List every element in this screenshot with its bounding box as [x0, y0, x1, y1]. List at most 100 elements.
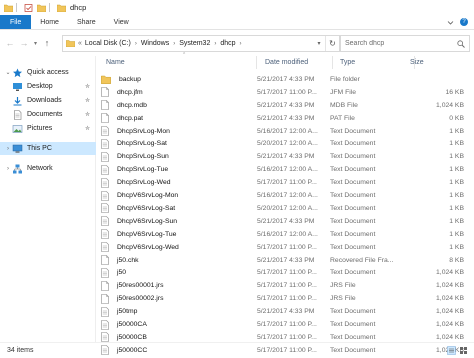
chevron-right-icon[interactable]: › — [4, 146, 12, 152]
expand-ribbon-icon[interactable] — [447, 19, 454, 26]
file-name-cell[interactable]: DhcpV6SrvLog-Sun — [101, 216, 257, 227]
date-modified-cell: 5/21/2017 4:33 PM — [257, 256, 315, 264]
sidebar-item-network[interactable]: › Network — [0, 162, 96, 175]
file-name-cell[interactable]: backup — [101, 75, 257, 84]
pin-icon[interactable]: ✮ — [85, 83, 90, 90]
file-name-cell[interactable]: DhcpV6SrvLog-Wed — [101, 242, 257, 252]
column-header-date-modified[interactable]: Date modified — [260, 56, 333, 69]
sidebar-item-pictures[interactable]: Pictures ✮ — [0, 122, 96, 135]
table-row[interactable]: DhcpSrvLog-Sat 5/20/2017 12:00 A... Text D… — [101, 138, 468, 151]
up-button[interactable]: ↑ — [40, 36, 54, 50]
file-name-cell[interactable]: DhcpSrvLog-Tue — [101, 164, 257, 175]
table-row[interactable]: DhcpV6SrvLog-Wed 5/17/2017 11:00 P... Text… — [101, 241, 468, 254]
breadcrumb-item[interactable]: dhcp — [220, 40, 235, 47]
file-name-cell[interactable]: j50res00001.jrs — [101, 281, 257, 291]
file-name-cell[interactable]: dhcp.jfm — [101, 87, 257, 98]
column-header-name[interactable]: Name — [101, 56, 257, 69]
file-name-cell[interactable]: DhcpSrvLog-Sat — [101, 139, 257, 149]
table-row[interactable]: j50tmp 5/21/2017 4:33 PM Text Document 1,02… — [101, 305, 468, 318]
breadcrumb-item[interactable]: Windows — [141, 40, 169, 47]
file-name-cell[interactable]: dhcp.pat — [101, 113, 257, 123]
pin-icon[interactable]: ✮ — [85, 111, 90, 118]
table-row[interactable]: j50000CA 5/17/2017 11:00 P... Text Documen… — [101, 318, 468, 331]
chevron-right-icon[interactable]: › — [173, 41, 175, 47]
file-name-cell[interactable]: j50000CB — [101, 332, 257, 343]
file-name-cell[interactable]: j50 — [101, 268, 257, 278]
file-name-cell[interactable]: j50.chk — [101, 255, 257, 265]
sidebar-item-label: Quick access — [27, 69, 69, 76]
chevron-down-icon[interactable]: ▾ — [313, 36, 325, 51]
chevron-down-icon[interactable]: ⌄ — [4, 69, 12, 76]
column-header-size[interactable]: Size — [405, 56, 469, 69]
table-row[interactable]: dhcp.jfm 5/17/2017 11:00 P... JFM File 16 K… — [101, 86, 468, 99]
sidebar-item-downloads[interactable]: Downloads ✮ — [0, 94, 96, 107]
tab-home[interactable]: Home — [31, 15, 68, 29]
address-bar[interactable]: « Local Disk (C:) › Windows › System32 ›… — [62, 35, 340, 52]
table-row[interactable]: DhcpV6SrvLog-Tue 5/16/2017 12:00 A... Text… — [101, 228, 468, 241]
table-row[interactable]: DhcpSrvLog-Sun 5/21/2017 4:33 PM Text Docu… — [101, 150, 468, 163]
file-name: j50res00002.jrs — [117, 295, 164, 303]
size-cell: 1 KB — [449, 153, 464, 161]
text-file-icon — [101, 216, 113, 227]
file-name-cell[interactable]: DhcpV6SrvLog-Mon — [101, 190, 257, 201]
file-name-cell[interactable]: j50000CA — [101, 319, 257, 330]
table-row[interactable]: j50 5/17/2017 11:00 P... Text Document 1,02… — [101, 267, 468, 280]
sidebar-item-quick-access[interactable]: ⌄ Quick access — [0, 66, 96, 79]
file-name-cell[interactable]: j50tmp — [101, 306, 257, 317]
breadcrumb-item[interactable]: Local Disk (C:) — [85, 40, 131, 47]
tab-share[interactable]: Share — [68, 15, 105, 29]
size-cell: 1,024 KB — [436, 295, 464, 303]
table-row[interactable]: dhcp.mdb 5/21/2017 4:33 PM MDB File 1,024 K… — [101, 99, 468, 112]
back-button[interactable]: ← — [3, 36, 17, 50]
sidebar-item-this-pc[interactable]: › This PC — [0, 142, 96, 155]
size-cell: 1,024 KB — [436, 269, 464, 277]
table-row[interactable]: dhcp.pat 5/21/2017 4:33 PM PAT File 0 KB — [101, 112, 468, 125]
table-row[interactable]: DhcpV6SrvLog-Sat 5/20/2017 12:00 A... Text… — [101, 202, 468, 215]
file-name-cell[interactable]: DhcpV6SrvLog-Tue — [101, 229, 257, 240]
chevron-right-icon[interactable]: › — [214, 41, 216, 47]
table-row[interactable]: backup 5/21/2017 4:33 PM File folder — [101, 73, 468, 86]
file-name-cell[interactable]: DhcpSrvLog-Wed — [101, 177, 257, 188]
file-name-cell[interactable]: j50res00002.jrs — [101, 293, 257, 304]
table-row[interactable]: DhcpSrvLog-Tue 5/16/2017 12:00 A... Text D… — [101, 163, 468, 176]
details-view-icon[interactable] — [447, 346, 456, 355]
new-folder-icon[interactable] — [37, 4, 46, 12]
large-icons-view-icon[interactable] — [459, 346, 468, 355]
file-name-cell[interactable]: DhcpSrvLog-Sun — [101, 152, 257, 162]
pictures-icon — [12, 124, 23, 133]
breadcrumb-overflow[interactable]: « — [78, 40, 82, 47]
date-modified-cell: 5/21/2017 4:33 PM — [257, 114, 315, 122]
sidebar-item-label: Downloads — [27, 97, 62, 104]
search-input[interactable] — [345, 40, 457, 47]
column-header-type[interactable]: Type — [335, 56, 415, 69]
table-row[interactable]: DhcpSrvLog-Wed 5/17/2017 11:00 P... Text D… — [101, 176, 468, 189]
chevron-right-icon[interactable]: › — [4, 166, 12, 172]
file-name-cell[interactable]: DhcpV6SrvLog-Sat — [101, 203, 257, 214]
file-name-cell[interactable]: dhcp.mdb — [101, 100, 257, 111]
sidebar-item-label: Desktop — [27, 83, 53, 90]
breadcrumb-item[interactable]: System32 — [179, 40, 210, 47]
sidebar-item-documents[interactable]: Documents ✮ — [0, 108, 96, 121]
pin-icon[interactable]: ✮ — [85, 125, 90, 132]
search-box[interactable] — [340, 35, 470, 52]
desktop-icon — [13, 82, 22, 91]
pin-icon[interactable]: ✮ — [85, 97, 90, 104]
table-row[interactable]: j50res00001.jrs 5/17/2017 11:00 P... JRS F… — [101, 279, 468, 292]
file-name-cell[interactable]: DhcpSrvLog-Mon — [101, 126, 257, 136]
forward-button[interactable]: → — [17, 36, 31, 50]
chevron-right-icon[interactable]: › — [240, 41, 242, 47]
table-row[interactable]: j50res00002.jrs 5/17/2017 11:00 P... JRS F… — [101, 292, 468, 305]
properties-icon[interactable] — [24, 3, 33, 12]
tab-file[interactable]: File — [0, 15, 32, 29]
table-row[interactable]: DhcpV6SrvLog-Sun 5/21/2017 4:33 PM Text Do… — [101, 215, 468, 228]
file-name: DhcpSrvLog-Mon — [117, 127, 170, 135]
refresh-icon[interactable]: ↻ — [325, 36, 339, 51]
table-row[interactable]: DhcpV6SrvLog-Mon 5/16/2017 12:00 A... Text… — [101, 189, 468, 202]
tab-view[interactable]: View — [105, 15, 138, 29]
table-row[interactable]: j50.chk 5/21/2017 4:33 PM Recovered File F… — [101, 254, 468, 267]
chevron-right-icon[interactable]: › — [135, 41, 137, 47]
help-icon[interactable]: ? — [460, 18, 468, 26]
table-row[interactable]: DhcpSrvLog-Mon 5/16/2017 12:00 A... Text D… — [101, 125, 468, 138]
sidebar-item-desktop[interactable]: Desktop ✮ — [0, 80, 96, 93]
recent-locations-button[interactable]: ▾ — [31, 36, 40, 50]
